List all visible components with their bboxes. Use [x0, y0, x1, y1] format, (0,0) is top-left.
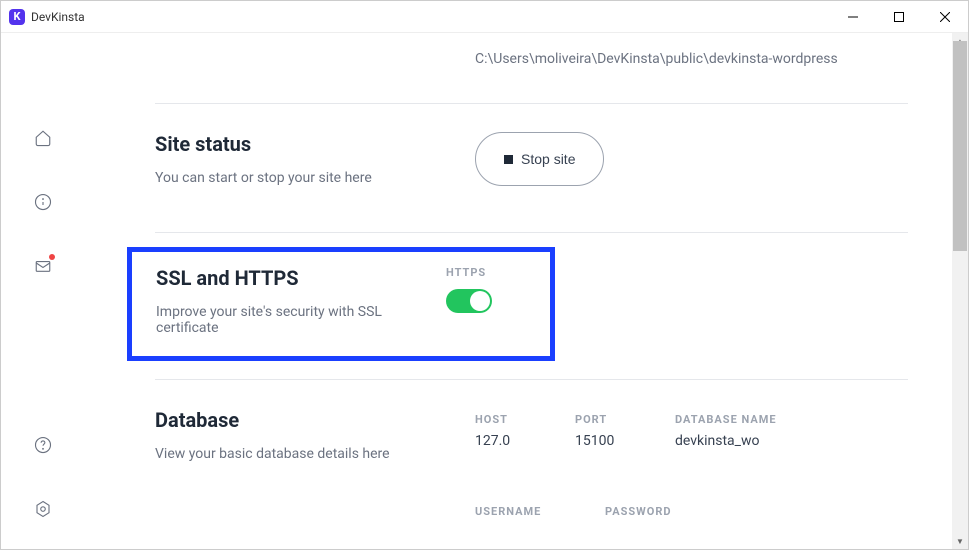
close-button[interactable]	[922, 1, 968, 32]
db-host-label: HOST	[475, 412, 535, 427]
password-label: PASSWORD	[605, 504, 695, 519]
stop-site-button[interactable]: Stop site	[475, 132, 604, 186]
app-window: K DevKinsta	[0, 0, 969, 550]
db-name-value: devkinsta_wo	[675, 433, 785, 449]
notification-dot	[49, 254, 55, 260]
maximize-button[interactable]	[876, 1, 922, 32]
scrollbar[interactable]: ▲ ▼	[952, 33, 968, 549]
window-controls	[830, 1, 968, 32]
credentials-section: USERNAME PASSWORD	[115, 490, 908, 525]
ssl-subtitle: Improve your site's security with SSL ce…	[156, 304, 446, 336]
db-port-value: 15100	[575, 433, 635, 449]
minimize-button[interactable]	[830, 1, 876, 32]
sidebar	[1, 33, 85, 549]
site-status-title: Site status	[155, 132, 475, 156]
window-title: DevKinsta	[31, 10, 830, 24]
https-label: HTTPS	[446, 266, 492, 279]
db-port-label: PORT	[575, 412, 635, 427]
database-section: Database View your basic database detail…	[115, 380, 908, 490]
help-icon[interactable]	[33, 435, 53, 455]
mail-icon[interactable]	[33, 256, 53, 276]
home-icon[interactable]	[33, 128, 53, 148]
toggle-knob	[470, 291, 490, 311]
https-toggle[interactable]	[446, 289, 492, 313]
username-label: USERNAME	[475, 504, 565, 519]
database-subtitle: View your basic database details here	[155, 446, 475, 462]
scrollbar-thumb[interactable]	[953, 41, 967, 251]
main-content: C:\Users\moliveira\DevKinsta\public\devk…	[85, 33, 968, 549]
site-path: C:\Users\moliveira\DevKinsta\public\devk…	[115, 33, 908, 85]
settings-icon[interactable]	[33, 499, 53, 519]
site-status-section: Site status You can start or stop your s…	[115, 104, 908, 214]
stop-site-label: Stop site	[521, 151, 575, 167]
db-host-value: 127.0	[475, 433, 535, 449]
ssl-highlight-box: SSL and HTTPS Improve your site's securi…	[127, 247, 555, 361]
titlebar: K DevKinsta	[1, 1, 968, 33]
db-name-label: DATABASE NAME	[675, 412, 785, 427]
stop-icon	[504, 155, 513, 164]
site-status-subtitle: You can start or stop your site here	[155, 170, 475, 186]
app-icon: K	[9, 9, 25, 25]
body: C:\Users\moliveira\DevKinsta\public\devk…	[1, 33, 968, 549]
scroll-down-icon[interactable]: ▼	[952, 533, 968, 549]
info-icon[interactable]	[33, 192, 53, 212]
database-title: Database	[155, 408, 475, 432]
ssl-title: SSL and HTTPS	[156, 266, 446, 290]
divider	[155, 232, 908, 233]
